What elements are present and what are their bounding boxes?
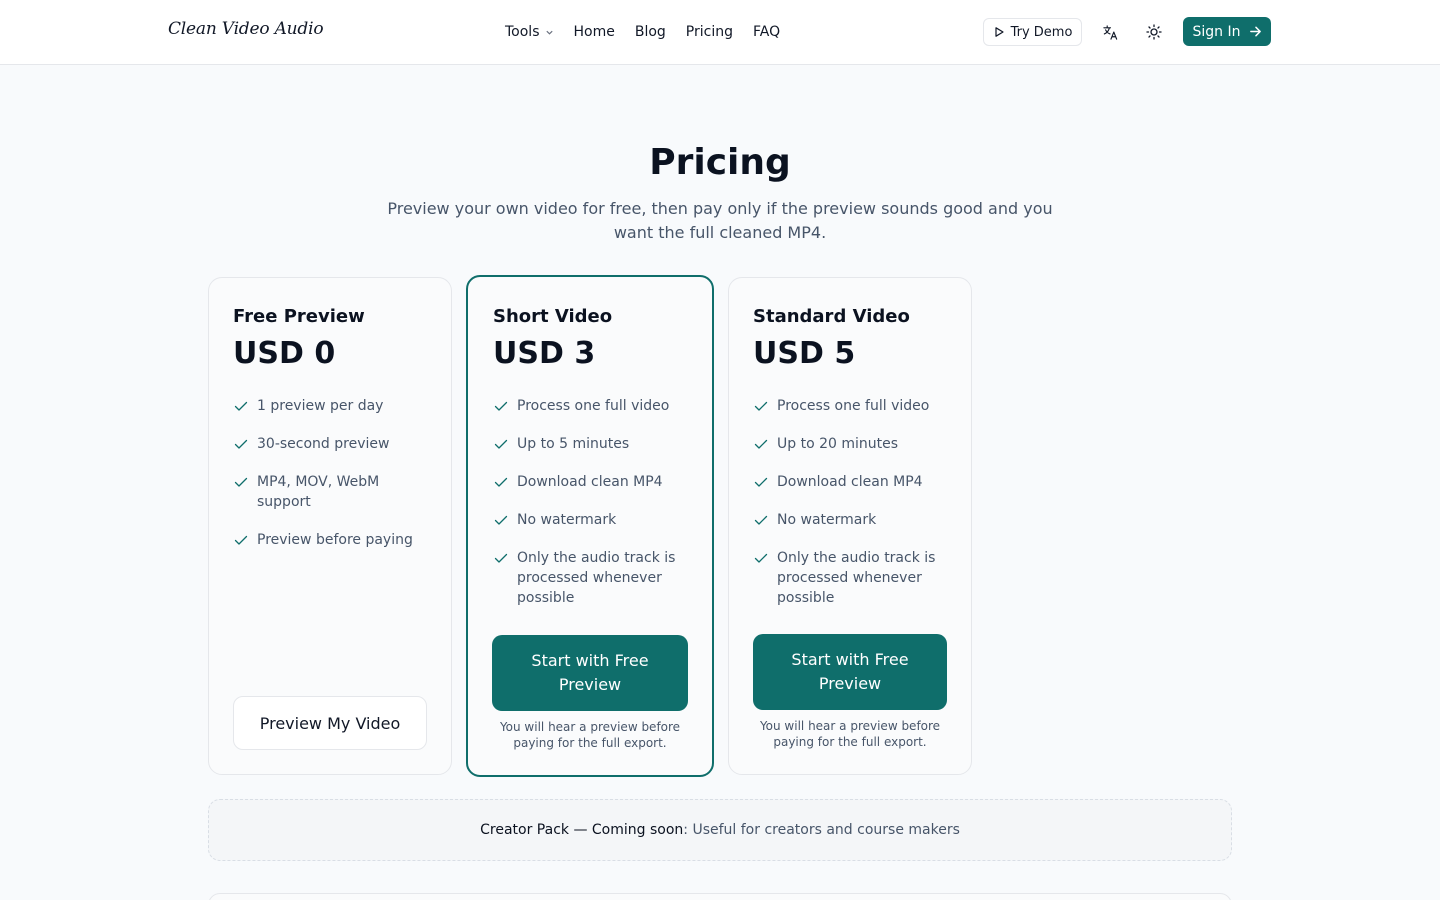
feature-item: Download clean MP4 <box>753 472 947 492</box>
feature-item: Process one full video <box>493 396 688 416</box>
feature-text: No watermark <box>517 512 617 528</box>
check-icon <box>494 477 508 487</box>
feature-text: Process one full video <box>777 398 930 414</box>
feature-item: Only the audio track is processed whenev… <box>493 548 688 608</box>
sign-in-label: Sign In <box>1192 23 1241 40</box>
creator-pack-description: Useful for creators and course makers <box>692 822 960 838</box>
check-icon <box>754 515 768 525</box>
feature-text: MP4, MOV, WebM support <box>257 474 380 510</box>
check-icon <box>234 401 248 411</box>
check-icon <box>494 553 508 563</box>
check-icon <box>494 515 508 525</box>
plan-price: USD 5 <box>753 336 856 371</box>
plan-name: Standard Video <box>753 306 910 327</box>
feature-item: No watermark <box>493 510 688 530</box>
site-header: Clean Video Audio Tools Home Blog Pricin… <box>0 0 1440 65</box>
check-icon <box>754 477 768 487</box>
translate-icon <box>1102 24 1117 40</box>
feature-text: Download clean MP4 <box>517 474 663 490</box>
nav-home[interactable]: Home <box>574 22 615 42</box>
arrow-right-icon <box>1249 26 1261 37</box>
nav-faq[interactable]: FAQ <box>753 22 780 42</box>
feature-item: Preview before paying <box>233 530 427 550</box>
next-section-card <box>208 893 1232 900</box>
sign-in-button[interactable]: Sign In <box>1183 17 1271 46</box>
feature-item: Up to 20 minutes <box>753 434 947 454</box>
feature-list: Process one full video Up to 20 minutes … <box>753 396 947 608</box>
feature-item: Only the audio track is processed whenev… <box>753 548 947 608</box>
feature-text: 30-second preview <box>257 436 390 452</box>
plan-price: USD 0 <box>233 336 336 371</box>
preview-my-video-button[interactable]: Preview My Video <box>233 696 427 750</box>
feature-text: Up to 20 minutes <box>777 436 899 452</box>
feature-item: MP4, MOV, WebM support <box>233 472 427 512</box>
plan-card-short: Short Video USD 3 Process one full video… <box>466 275 714 777</box>
plan-note: You will hear a preview before paying fo… <box>499 720 681 750</box>
feature-item: Up to 5 minutes <box>493 434 688 454</box>
nav-blog[interactable]: Blog <box>635 22 666 42</box>
try-demo-label: Try Demo <box>1010 24 1073 40</box>
plan-name: Free Preview <box>233 306 365 327</box>
try-demo-button[interactable]: Try Demo <box>983 18 1082 46</box>
creator-pack-title: Creator Pack — Coming soon <box>480 822 684 838</box>
feature-text: Process one full video <box>517 398 670 414</box>
check-icon <box>494 401 508 411</box>
feature-item: Process one full video <box>753 396 947 416</box>
feature-text: Only the audio track is processed whenev… <box>777 550 936 606</box>
check-icon <box>754 401 768 411</box>
theme-toggle-button[interactable] <box>1142 20 1166 44</box>
plan-price: USD 3 <box>493 336 596 371</box>
main-nav: Tools Home Blog Pricing FAQ <box>505 22 780 42</box>
creator-pack-colon: : <box>683 822 693 838</box>
language-button[interactable] <box>1098 20 1122 44</box>
plan-card-free: Free Preview USD 0 1 preview per day 30-… <box>208 277 452 775</box>
plan-note: You will hear a preview before paying fo… <box>759 719 941 749</box>
check-icon <box>754 553 768 563</box>
feature-list: Process one full video Up to 5 minutes D… <box>493 396 688 608</box>
logo[interactable]: Clean Video Audio <box>168 19 324 39</box>
feature-text: Preview before paying <box>257 532 413 548</box>
feature-list: 1 preview per day 30-second preview MP4,… <box>233 396 427 550</box>
plan-name: Short Video <box>493 306 613 327</box>
feature-item: No watermark <box>753 510 947 530</box>
feature-text: 1 preview per day <box>257 398 384 414</box>
check-icon <box>754 439 768 449</box>
feature-item: Download clean MP4 <box>493 472 688 492</box>
check-icon <box>494 439 508 449</box>
check-icon <box>234 477 248 487</box>
sun-icon <box>1146 24 1162 40</box>
feature-text: Only the audio track is processed whenev… <box>517 550 676 606</box>
check-icon <box>234 535 248 545</box>
start-free-preview-button[interactable]: Start with Free Preview <box>492 635 688 711</box>
creator-pack-banner: Creator Pack — Coming soon: Useful for c… <box>208 799 1232 861</box>
feature-text: Download clean MP4 <box>777 474 923 490</box>
check-icon <box>234 439 248 449</box>
nav-tools[interactable]: Tools <box>505 22 554 42</box>
page-title: Pricing <box>649 142 791 183</box>
feature-text: Up to 5 minutes <box>517 436 630 452</box>
feature-text: No watermark <box>777 512 877 528</box>
nav-pricing[interactable]: Pricing <box>686 22 733 42</box>
nav-tools-label: Tools <box>505 24 540 40</box>
page-subtitle: Preview your own video for free, then pa… <box>387 199 1053 242</box>
feature-item: 30-second preview <box>233 434 427 454</box>
play-icon <box>994 27 1004 37</box>
chevron-down-icon <box>545 30 553 35</box>
feature-item: 1 preview per day <box>233 396 427 416</box>
start-free-preview-button[interactable]: Start with Free Preview <box>753 634 947 710</box>
plan-card-standard: Standard Video USD 5 Process one full vi… <box>728 277 972 775</box>
